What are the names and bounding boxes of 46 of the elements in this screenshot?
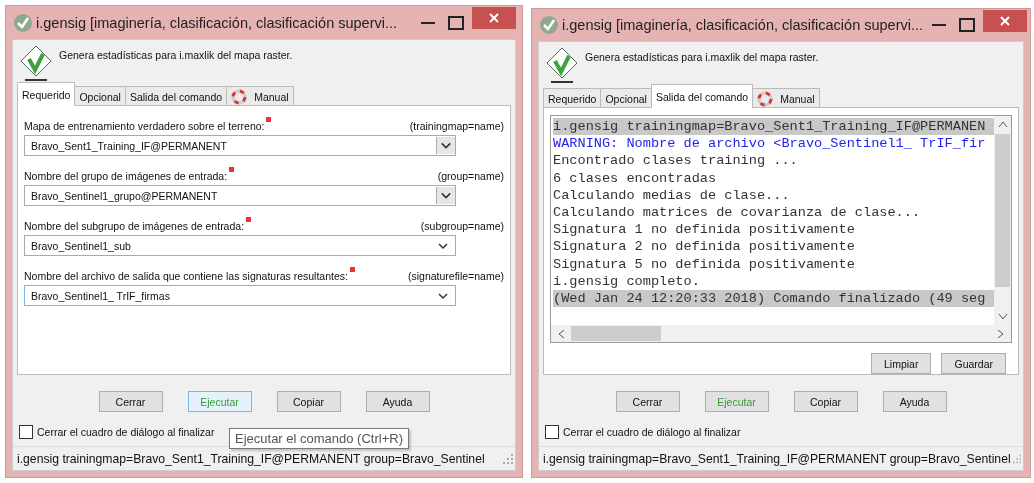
parameter-name: (signaturefile=name)	[408, 270, 504, 282]
parameter-name: (subgroup=name)	[420, 220, 504, 232]
field-label: Mapa de entrenamiento verdadero sobre el terreno:	[24, 120, 265, 132]
dialog-button[interactable]: Ayuda	[365, 391, 430, 412]
field-label: Nombre del subgrupo de imágenes de entrada:	[24, 220, 245, 232]
parameter-name: (group=name)	[437, 170, 504, 182]
dropdown-field[interactable]: Bravo_Sentinel1_grupo@PERMANENT	[24, 185, 456, 206]
command-preview: i.gensig trainingmap=Bravo_Sent1_Training_IF@PERMANENT group=Bravo_Sentinel	[17, 452, 486, 466]
output-line: WARNING: Nombre de archivo <Bravo_Sentinel1_ TrIF_fir	[553, 135, 987, 153]
dialog-button[interactable]: Copiar	[276, 391, 341, 412]
output-line: Signatura 5 no definida positivamente	[553, 255, 856, 273]
module-description: Genera estadísticas para i.maxlik del mapa raster.	[59, 49, 293, 61]
field-label: Nombre del archivo de salida que contiene las signaturas resultantes:	[24, 270, 348, 282]
window-title: i.gensig [imaginería, clasificación, clasificación supervi...	[562, 17, 924, 33]
dialog-button[interactable]: Cerrar	[98, 391, 163, 412]
output-line: Calculando medias de clase...	[553, 186, 791, 204]
tab[interactable]: Requerido	[17, 82, 76, 106]
tooltip: Ejecutar el comando (Ctrl+R)	[229, 428, 409, 449]
field-label: Nombre del grupo de imágenes de entrada:	[24, 170, 228, 182]
tab[interactable]: Salida del comando	[124, 86, 228, 106]
output-line: Calculando matrices de covarianza de clase...	[553, 204, 922, 222]
dialog-button[interactable]: Copiar	[793, 391, 858, 412]
module-description: Genera estadísticas para i.maxlik del mapa raster.	[585, 51, 819, 63]
dialog-button[interactable]: Guardar	[941, 353, 1006, 374]
dropdown-field[interactable]: Bravo_Sent1_Training_IF@PERMANENT	[24, 135, 456, 156]
tab[interactable]: Requerido	[543, 88, 602, 108]
window-title: i.gensig [imaginería, clasificación, clasificación supervi...	[36, 14, 399, 31]
dropdown-field[interactable]: Bravo_Sentinel1_sub	[24, 235, 456, 256]
output-line: i.gensig completo.	[553, 272, 701, 291]
dropdown-field[interactable]: Bravo_Sentinel1_ TrIF_firmas	[24, 285, 456, 306]
tab[interactable]: Manual	[752, 88, 820, 108]
tab[interactable]: Opcional	[600, 88, 652, 108]
tab[interactable]: Salida del comando	[650, 84, 754, 108]
output-line: Signatura 2 no definida positivamente	[553, 238, 856, 256]
tab[interactable]: Manual	[226, 86, 294, 106]
dialog-button[interactable]: Cerrar	[615, 391, 680, 412]
output-line: Signatura 1 no definida positivamente	[553, 221, 856, 239]
output-line: 6 clases encontradas	[553, 169, 718, 187]
checkbox-label: Cerrar el cuadro de diálogo al finalizar	[37, 426, 215, 438]
tab[interactable]: Opcional	[74, 86, 126, 106]
command-preview: i.gensig trainingmap=Bravo_Sent1_Training_IF@PERMANENT group=Bravo_Sentinel	[543, 452, 1011, 466]
dialog-button[interactable]: Ayuda	[882, 391, 947, 412]
parameter-name: (trainingmap=name)	[409, 120, 504, 132]
output-line: Encontrado clases training ...	[553, 152, 799, 170]
checkbox-label: Cerrar el cuadro de diálogo al finalizar	[563, 426, 741, 438]
dialog-button[interactable]: Limpiar	[871, 353, 932, 374]
